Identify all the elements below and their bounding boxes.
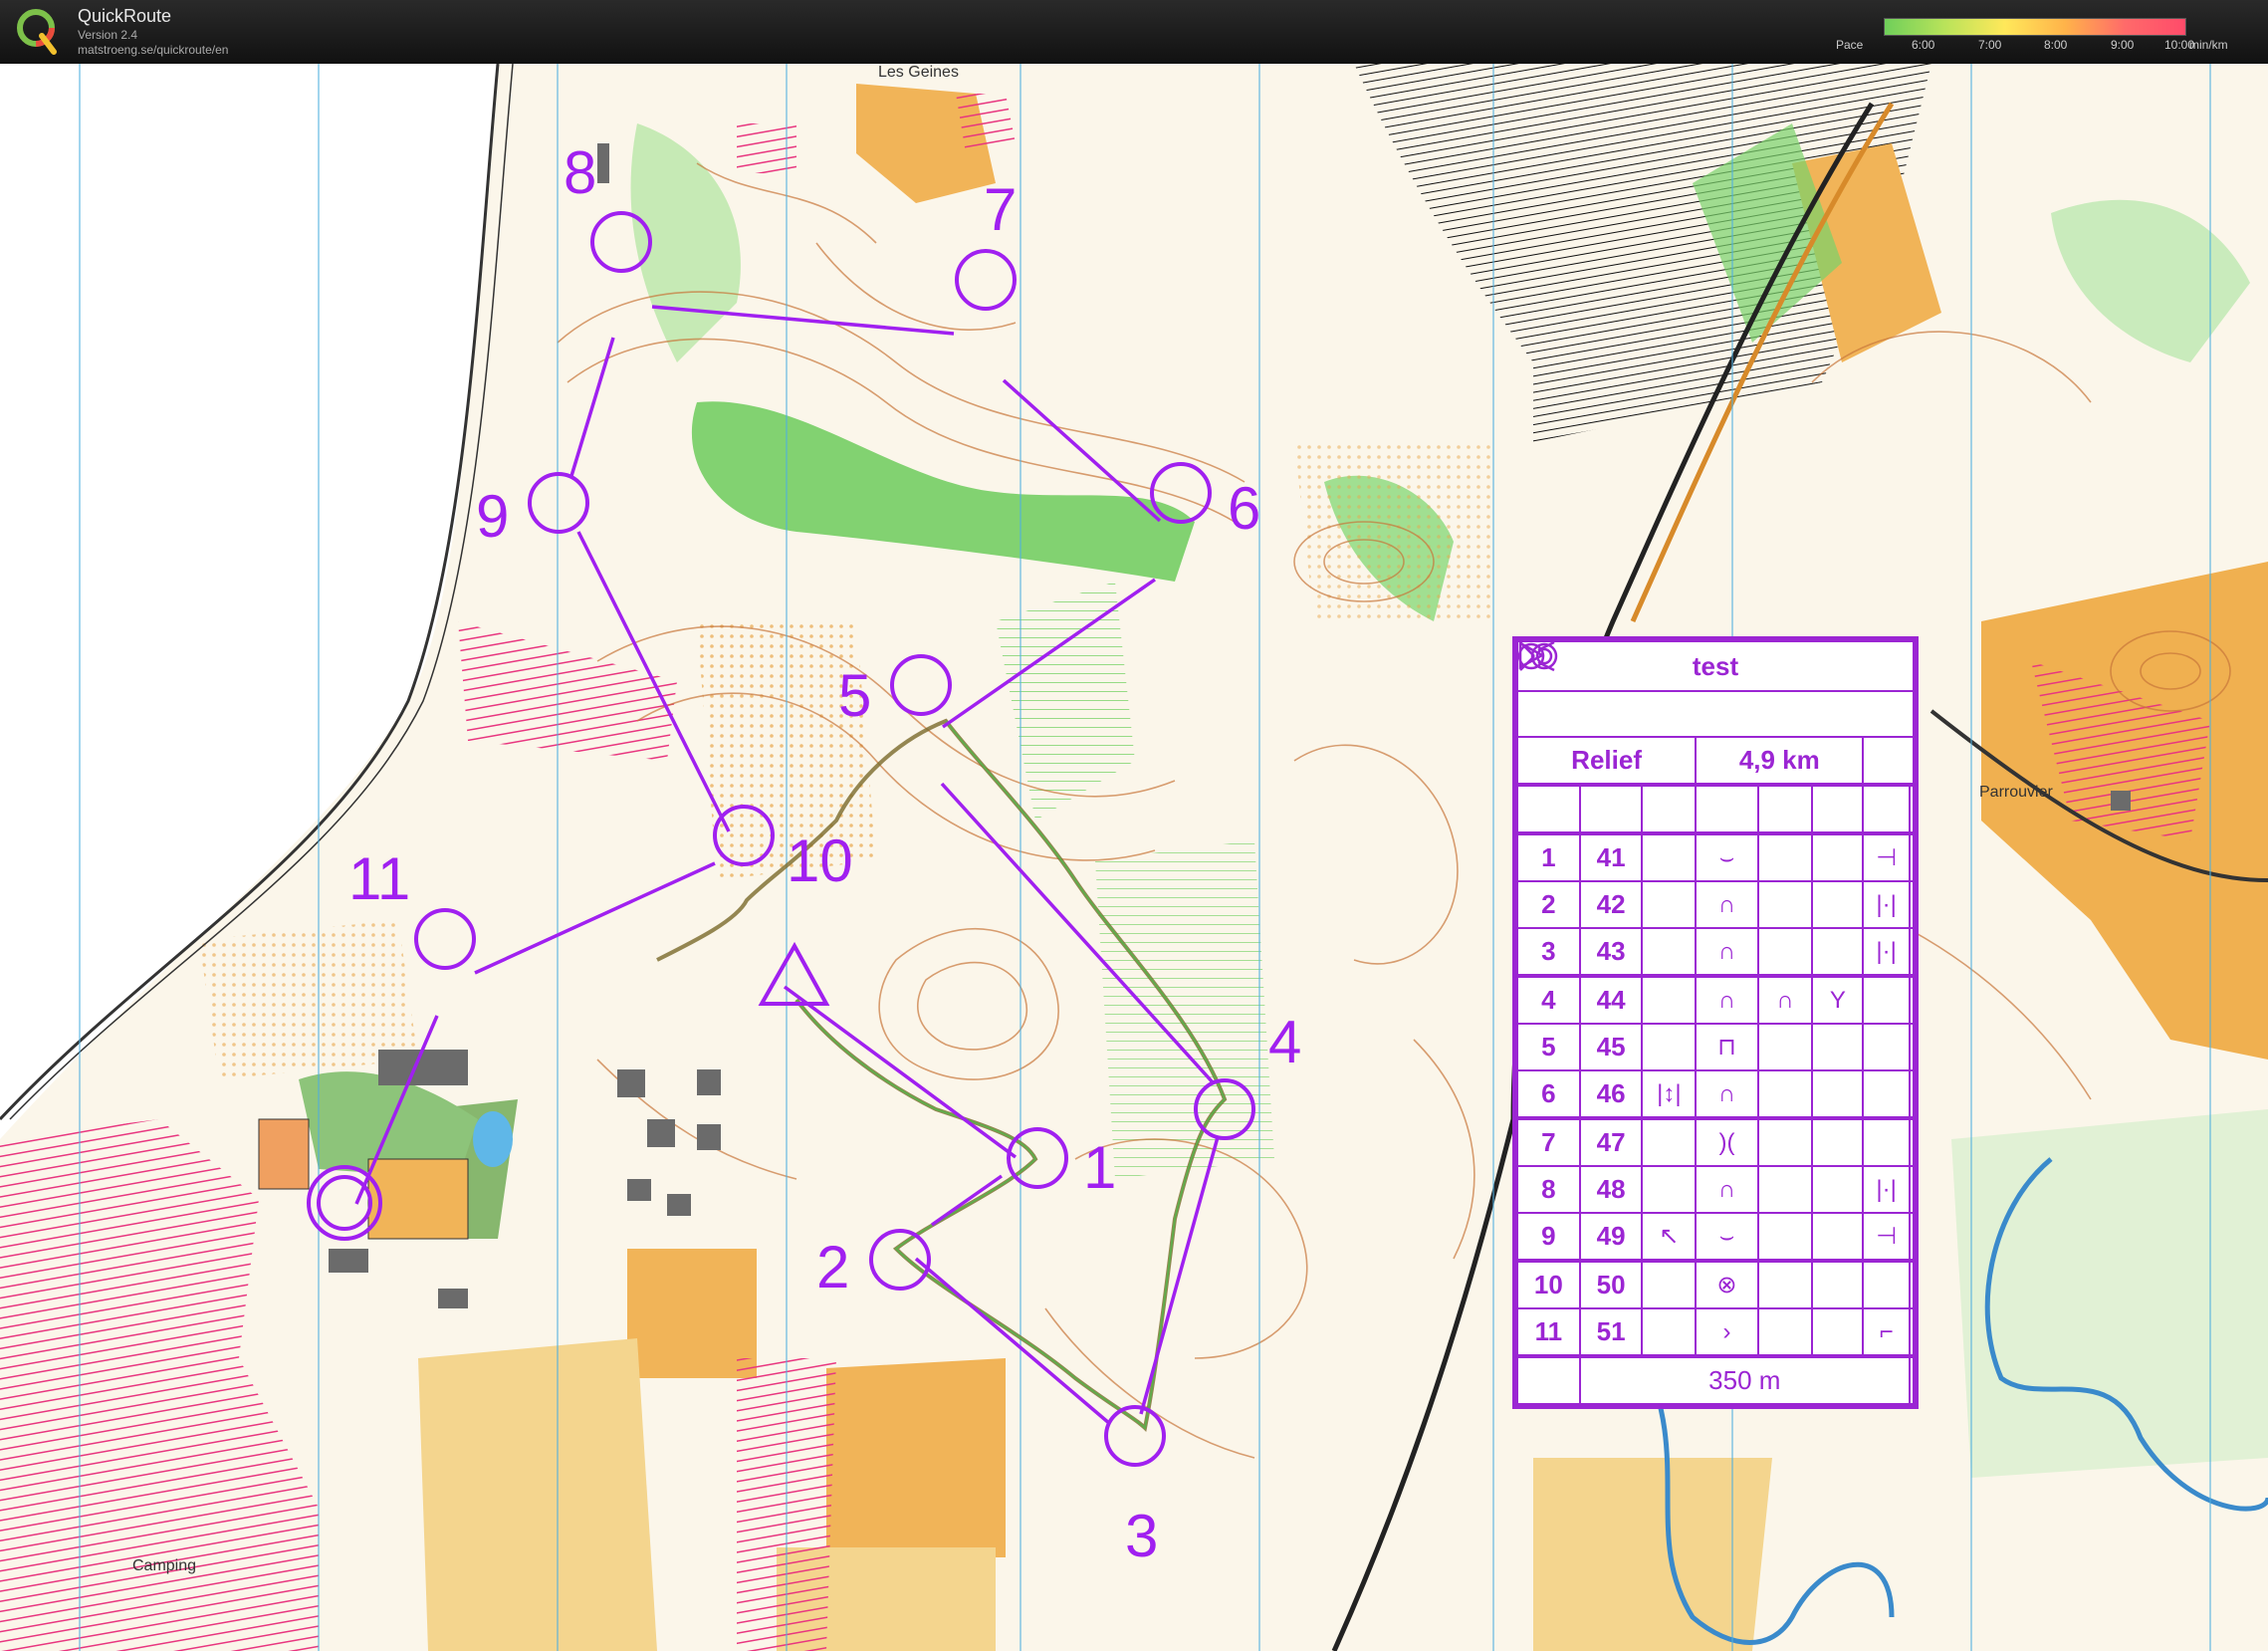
- row-number: 8: [1516, 1165, 1581, 1214]
- feature-symbol-icon: ⌣: [1695, 832, 1759, 882]
- location-symbol-icon: ⊣: [1862, 1212, 1911, 1263]
- description-blank-row: [1516, 690, 1915, 738]
- control-code: 41: [1578, 832, 1644, 882]
- control-code: 50: [1578, 1260, 1644, 1309]
- row-number: 10: [1516, 1260, 1581, 1309]
- knoll-icon: ∩: [1695, 1165, 1759, 1214]
- location-symbol-icon: |·|: [1862, 927, 1911, 978]
- row-number: 3: [1516, 927, 1581, 978]
- control-description-sheet: test Relief 4,9 km 1 41 ⌣ ⊣ 2 42 ∩ |·| 3 43 ∩ |·|…: [1512, 636, 1919, 1409]
- control-number-1: 1: [1083, 1134, 1117, 1201]
- control-code: 47: [1578, 1117, 1644, 1167]
- control-number-10: 10: [787, 827, 853, 894]
- control-number-9: 9: [476, 483, 510, 550]
- place-name-camping: Camping: [132, 1557, 197, 1574]
- row-number: 1: [1516, 832, 1581, 882]
- corner-icon: ⌐: [1862, 1307, 1911, 1358]
- place-name-parrouvier: Parrouvier: [1979, 784, 2053, 801]
- control-number-11: 11: [348, 845, 411, 912]
- app-url[interactable]: matstroeng.se/quickroute/en: [78, 43, 228, 57]
- between-icon: Y: [1811, 975, 1865, 1025]
- control-number-6: 6: [1228, 475, 1261, 542]
- control-number-5: 5: [838, 662, 872, 729]
- place-name-les-geines: Les Geines: [878, 64, 959, 81]
- row-number: 11: [1516, 1307, 1581, 1358]
- saddle-icon: )(: [1695, 1117, 1759, 1167]
- map-canvas: [0, 64, 2268, 1651]
- start-symbol: [1516, 640, 1581, 835]
- ruin-icon: ⊗: [1695, 1260, 1759, 1309]
- last-control-icon: [1516, 640, 1581, 1405]
- control-code: 42: [1578, 880, 1644, 929]
- app-version: Version 2.4: [78, 28, 138, 42]
- control-code: 43: [1578, 927, 1644, 978]
- location-symbol-icon: ⊣: [1862, 832, 1911, 882]
- location-symbol-icon: |·|: [1862, 1165, 1911, 1214]
- pace-label: Pace: [1836, 38, 1864, 52]
- control-code: 44: [1578, 975, 1644, 1025]
- control-code: 48: [1578, 1165, 1644, 1214]
- description-title: test: [1516, 640, 1915, 692]
- control-code: 51: [1578, 1307, 1644, 1358]
- quickroute-logo: [17, 9, 57, 55]
- course-name: Relief: [1515, 736, 1698, 787]
- pace-tick: 9:00: [2111, 38, 2135, 52]
- knoll-icon: ∩: [1695, 1069, 1759, 1120]
- orienteering-map[interactable]: Les Geines Parrouvier Camping 1 2 3 4 5 …: [0, 64, 2268, 1651]
- knoll-icon: ∩: [1695, 880, 1759, 929]
- knoll-icon: ∩: [1695, 975, 1759, 1025]
- row-number: 2: [1516, 880, 1581, 929]
- row-number: 6: [1516, 1069, 1581, 1120]
- knoll-icon: ∩: [1756, 975, 1814, 1025]
- row-number: 4: [1516, 975, 1581, 1025]
- location-symbol-icon: |·|: [1862, 880, 1911, 929]
- pace-color-bar: [1884, 18, 2186, 36]
- row-number: 5: [1516, 1023, 1581, 1071]
- cliff-icon: ⊓: [1695, 1023, 1759, 1071]
- control-code: 45: [1578, 1023, 1644, 1071]
- course-length: 4,9 km: [1695, 736, 1865, 787]
- control-code: 49: [1578, 1212, 1644, 1263]
- knoll-icon: ∩: [1695, 927, 1759, 978]
- control-code: 46: [1578, 1069, 1644, 1120]
- control-number-8: 8: [564, 139, 597, 206]
- pace-legend: Pace 6:00 7:00 8:00 9:00 10:00 min/km: [1830, 16, 2268, 60]
- control-number-3: 3: [1125, 1503, 1159, 1569]
- junction-icon: ›: [1695, 1307, 1759, 1358]
- feature-symbol-icon: ⌣: [1695, 1212, 1759, 1263]
- pace-tick: 7:00: [1978, 38, 2002, 52]
- finish-distance: 350 m: [1578, 1355, 1911, 1405]
- control-number-2: 2: [816, 1234, 850, 1300]
- row-number: 9: [1516, 1212, 1581, 1263]
- arrow-northwest-icon: ↖: [1641, 1212, 1698, 1263]
- between-icon: |↕|: [1641, 1069, 1698, 1120]
- control-number-4: 4: [1268, 1009, 1302, 1075]
- pace-tick: 8:00: [2044, 38, 2068, 52]
- control-number-7: 7: [984, 176, 1018, 243]
- pace-tick: 6:00: [1912, 38, 1935, 52]
- app-header: QuickRoute Version 2.4 matstroeng.se/qui…: [0, 0, 2268, 64]
- app-title: QuickRoute: [78, 6, 172, 26]
- finish-icon: [1519, 641, 1916, 1405]
- pace-unit: min/km: [2189, 38, 2228, 52]
- row-number: 7: [1516, 1117, 1581, 1167]
